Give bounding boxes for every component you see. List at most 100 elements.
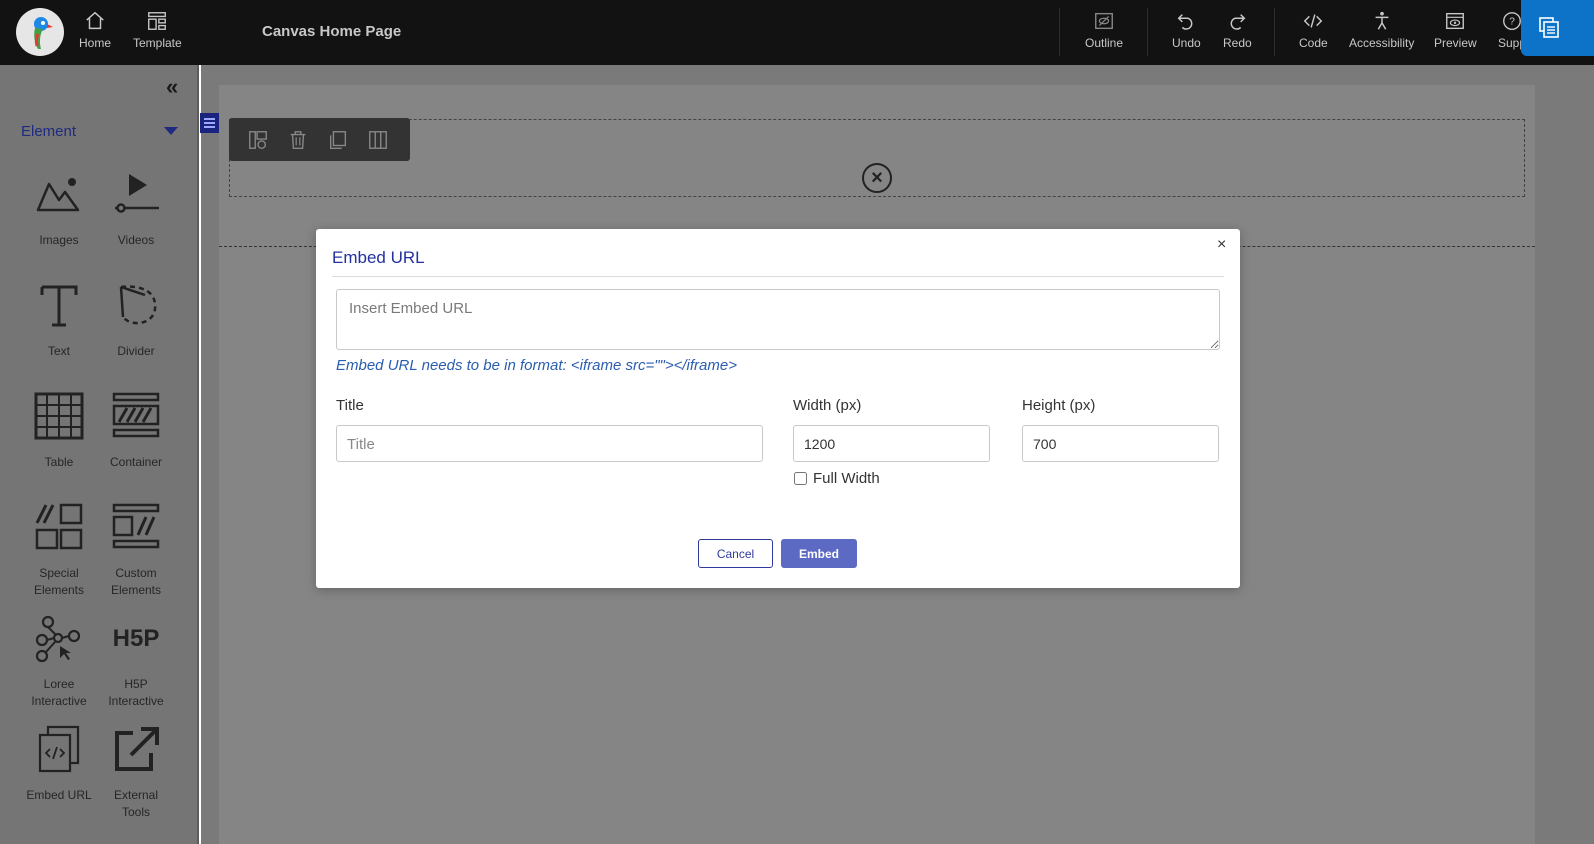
caret-down-icon[interactable]	[164, 127, 178, 135]
duplicate-icon[interactable]	[327, 129, 349, 151]
tile-label: Container	[109, 455, 163, 469]
tile-label: H5P Interactive	[108, 677, 164, 708]
height-input[interactable]	[1022, 425, 1219, 462]
height-label: Height (px)	[1022, 397, 1096, 414]
tile-label: External Tools	[113, 788, 159, 819]
undo-label: Undo	[1172, 36, 1201, 50]
tile-embed-url[interactable]: Embed URL	[24, 725, 94, 804]
tile-external-tools[interactable]: External Tools	[101, 725, 171, 821]
tile-container[interactable]: Container	[101, 392, 171, 471]
custom-elements-icon	[112, 503, 160, 549]
embed-format-hint: Embed URL needs to be in format: <iframe…	[336, 357, 737, 374]
tile-label: Images	[39, 233, 79, 247]
home-label: Home	[79, 36, 112, 50]
special-elements-icon	[35, 503, 83, 550]
redo-label: Redo	[1223, 36, 1252, 50]
full-width-checkbox[interactable]	[794, 472, 807, 485]
columns-icon[interactable]	[367, 129, 389, 151]
full-width-label: Full Width	[813, 470, 880, 487]
element-section-label[interactable]: Element	[21, 123, 76, 140]
modal-title: Embed URL	[332, 248, 425, 267]
toolbar-divider	[1274, 8, 1275, 56]
template-label: Template	[133, 36, 182, 50]
accessibility-label: Accessibility	[1349, 36, 1415, 50]
help-icon: ?	[1503, 12, 1521, 30]
tile-label: Special Elements	[33, 566, 85, 597]
tile-custom-elements[interactable]: Custom Elements	[101, 503, 171, 599]
tile-label: Table	[44, 455, 74, 469]
width-input[interactable]	[793, 425, 990, 462]
preview-label: Preview	[1434, 36, 1477, 50]
embed-url-icon	[38, 725, 80, 773]
tile-label: Divider	[117, 344, 155, 358]
element-sidebar: « Element Images Videos Text Divider Tab…	[0, 65, 199, 844]
tile-table[interactable]: Table	[24, 392, 94, 471]
outline-icon	[1095, 12, 1113, 30]
title-label: Title	[336, 397, 364, 414]
text-icon	[40, 285, 78, 327]
tile-loree-interactive[interactable]: Loree Interactive	[24, 614, 94, 710]
embed-button[interactable]: Embed	[781, 539, 857, 568]
accessibility-button[interactable]: Accessibility	[1349, 10, 1414, 50]
embed-url-modal: Embed URL × Embed URL needs to be in for…	[316, 229, 1240, 588]
tile-images[interactable]: Images	[24, 170, 94, 249]
table-icon	[34, 392, 84, 440]
close-circle-icon[interactable]: ×	[862, 163, 892, 193]
tile-label: Embed URL	[26, 788, 92, 802]
pages-panel-button[interactable]	[1521, 0, 1594, 56]
template-button[interactable]: Template	[133, 10, 182, 50]
external-tools-icon	[115, 727, 159, 771]
code-label: Code	[1299, 36, 1328, 50]
videos-icon	[115, 174, 159, 213]
undo-button[interactable]: Undo	[1172, 10, 1201, 50]
tile-text[interactable]: Text	[24, 281, 94, 360]
loree-interactive-icon	[35, 615, 81, 663]
modal-divider	[332, 276, 1224, 277]
h5p-icon: H5P	[113, 625, 160, 652]
svg-text:H5P: H5P	[113, 625, 160, 652]
app-logo[interactable]	[16, 8, 64, 56]
toolbar-divider	[1147, 8, 1148, 56]
tile-videos[interactable]: Videos	[101, 170, 171, 249]
images-icon	[36, 178, 80, 212]
outline-button[interactable]: Outline	[1085, 10, 1123, 50]
pages-icon	[1539, 17, 1559, 38]
container-icon	[112, 392, 160, 438]
code-button[interactable]: Code	[1299, 10, 1328, 50]
title-input[interactable]	[336, 425, 763, 462]
tile-h5p-interactive[interactable]: H5P H5P Interactive	[101, 614, 171, 710]
full-width-option[interactable]: Full Width	[794, 470, 880, 487]
tile-special-elements[interactable]: Special Elements	[24, 503, 94, 599]
divider-icon	[119, 285, 157, 325]
tile-label: Loree Interactive	[31, 677, 87, 708]
parrot-logo-icon	[34, 17, 53, 49]
preview-icon	[1446, 12, 1465, 30]
delete-icon[interactable]	[287, 129, 309, 151]
tile-label: Custom Elements	[110, 566, 162, 597]
preview-button[interactable]: Preview	[1434, 10, 1477, 50]
modal-close-icon[interactable]: ×	[1217, 235, 1226, 255]
outline-label: Outline	[1085, 36, 1124, 50]
code-icon	[1304, 14, 1323, 28]
top-bar: Home Template Canvas Home Page Outline U…	[0, 0, 1594, 65]
home-icon	[86, 11, 104, 30]
tile-label: Text	[47, 344, 70, 358]
redo-icon	[1230, 14, 1246, 30]
tile-label: Videos	[117, 233, 155, 247]
home-button[interactable]: Home	[79, 10, 111, 50]
cancel-button[interactable]: Cancel	[698, 539, 773, 568]
page-title: Canvas Home Page	[262, 23, 402, 40]
tile-divider[interactable]: Divider	[101, 281, 171, 360]
accessibility-icon	[1375, 11, 1389, 30]
collapse-sidebar-icon[interactable]: «	[166, 76, 178, 98]
section-toolbar	[229, 118, 410, 161]
undo-icon	[1177, 14, 1193, 30]
template-icon	[148, 12, 167, 30]
svg-text:?: ?	[1509, 17, 1515, 28]
column-settings-icon[interactable]	[247, 129, 269, 151]
redo-button[interactable]: Redo	[1223, 10, 1252, 50]
toolbar-divider	[1059, 8, 1060, 56]
embed-url-input[interactable]	[336, 289, 1220, 350]
section-handle-icon[interactable]	[200, 113, 219, 133]
width-label: Width (px)	[793, 397, 862, 414]
